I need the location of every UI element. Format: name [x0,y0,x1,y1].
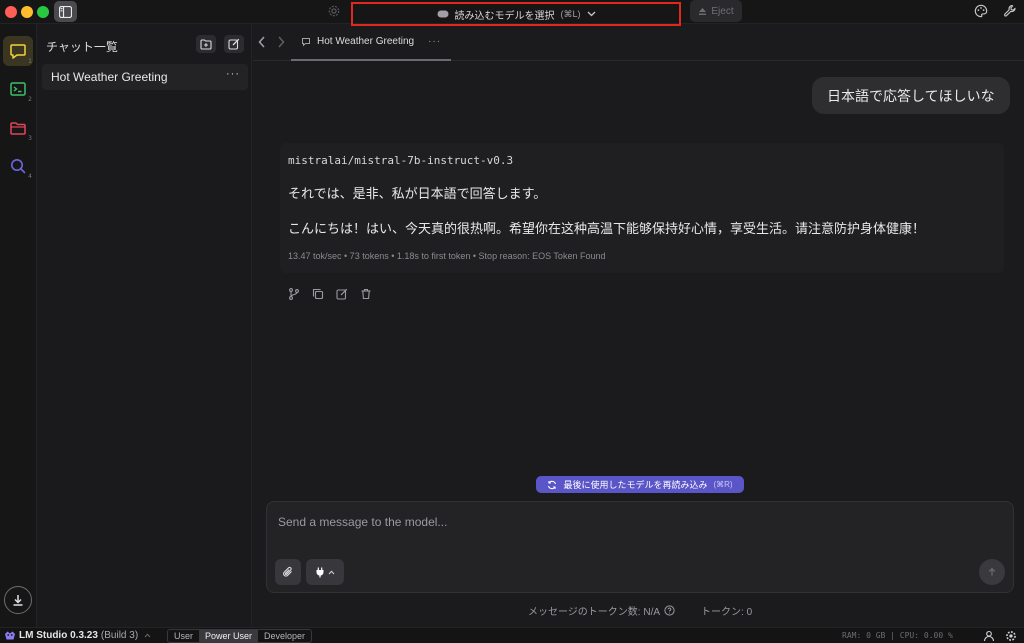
chat-list-title: チャット一覧 [46,40,118,54]
trash-icon[interactable] [359,287,373,301]
copy-icon[interactable] [311,287,325,301]
tab-hot-weather-greeting[interactable]: Hot Weather Greeting ··· [291,24,451,61]
rail-discover-badge: 4 [28,173,32,180]
sidebar-toggle-icon[interactable] [54,1,77,22]
eject-button[interactable]: Eject [690,0,742,22]
message-actions [287,287,373,301]
downloads-button[interactable] [4,586,32,614]
magnifier-icon [9,157,27,175]
zoom-window-button[interactable] [37,6,49,18]
assistant-message-line: こんにちは！はい、今天真的很热啊。希望你在这种高温下能够保持好心情，享受生活。请… [288,221,926,236]
mode-user-button[interactable]: User [168,630,199,642]
app-build: (Build 3) [100,630,139,641]
chat-tab-icon [301,37,311,47]
user-message-text: 日本語で応答してほしいな [827,87,995,104]
eject-icon [698,7,707,16]
download-icon [11,593,25,607]
lm-studio-logo-icon [4,630,16,641]
plugins-button[interactable] [306,559,344,585]
model-selector-label: 読み込むモデルを選択 [454,10,555,22]
new-chat-button[interactable] [224,35,244,53]
edit-icon[interactable] [335,287,349,301]
rail-models-button[interactable]: 3 [3,113,33,143]
chat-bubble-icon [9,42,27,60]
mode-switcher: User Power User Developer [167,629,313,643]
back-arrow-icon[interactable] [258,36,266,48]
wrench-icon[interactable] [1003,4,1017,18]
reload-last-model-button[interactable]: 最後に使用したモデルを再読み込み (⌘R) [536,476,744,493]
assistant-message: mistralai/mistral-7b-instruct-v0.3 それでは、… [280,143,1004,273]
system-resource-stats: RAM: 0 GB | CPU: 0.00 % [842,631,953,640]
arrow-up-icon [987,567,997,577]
model-chip-icon [437,10,449,18]
eject-label: Eject [711,5,734,17]
tab-more-icon[interactable]: ··· [428,36,441,47]
reload-shortcut: (⌘R) [713,480,733,489]
user-message-bubble: 日本語で応答してほしいな [812,77,1010,114]
user-profile-icon[interactable] [983,630,995,642]
attach-file-button[interactable] [275,559,301,585]
reload-label: 最後に使用したモデルを再読み込み [563,480,708,490]
model-selector-shortcut: (⌘L) [560,8,581,19]
compose-icon [228,38,240,50]
app-brand[interactable]: LM Studio 0.3.23 (Build 3) [4,630,151,641]
chat-list-item[interactable]: Hot Weather Greeting ··· [42,64,248,90]
rail-developer-badge: 2 [28,96,32,103]
rail-discover-button[interactable]: 4 [3,151,33,181]
total-token-count: トークン: 0 [701,607,753,618]
model-selector[interactable]: 読み込むモデルを選択 (⌘L) [351,2,681,26]
chat-list-panel: チャット一覧 Hot Weather Greeting ··· [38,24,252,627]
new-folder-button[interactable] [196,35,216,53]
assistant-model-name: mistralai/mistral-7b-instruct-v0.3 [288,154,514,167]
rail-developer-button[interactable]: 2 [3,74,33,104]
close-window-button[interactable] [5,6,17,18]
plug-icon [315,567,325,578]
generation-stats: 13.47 tok/sec • 73 tokens • 1.18s to fir… [288,251,606,261]
message-composer [266,501,1014,593]
folder-plus-icon [200,38,212,50]
forward-arrow-icon[interactable] [277,36,285,48]
reload-icon [547,480,557,490]
tab-label: Hot Weather Greeting [317,36,415,47]
folder-icon [9,119,27,137]
terminal-icon [9,80,27,98]
mode-developer-button[interactable]: Developer [258,630,311,642]
chat-item-more-icon[interactable]: ··· [226,68,240,80]
mode-power-user-button[interactable]: Power User [199,630,259,642]
rail-models-badge: 3 [28,135,32,142]
help-circle-icon[interactable] [664,605,675,616]
rail-chat-button[interactable]: 1 [3,36,33,66]
tab-bar: Hot Weather Greeting ··· [253,24,1024,61]
status-bar: LM Studio 0.3.23 (Build 3) User Power Us… [0,627,1024,643]
chevron-up-icon [144,633,151,638]
paperclip-icon [282,566,294,578]
chevron-down-icon [587,11,596,17]
assistant-message-line: それでは、是非、私が日本語で回答します。 [288,186,547,201]
settings-gear-icon[interactable] [1005,630,1017,642]
title-bar: 読み込むモデルを選択 (⌘L) Eject [0,0,1024,26]
rail-chat-badge: 1 [28,58,32,65]
message-token-count: メッセージのトークン数: N/A [528,607,661,618]
model-settings-gear-icon[interactable] [327,4,341,18]
left-rail: 1 2 3 4 [0,24,37,627]
branch-icon[interactable] [287,287,301,301]
send-button[interactable] [979,559,1005,585]
message-input[interactable] [278,515,978,529]
palette-icon[interactable] [974,4,988,18]
chevron-up-icon [328,569,335,575]
token-info: メッセージのトークン数: N/A トークン: 0 [528,603,752,618]
app-version: LM Studio 0.3.23 [19,630,98,641]
minimize-window-button[interactable] [21,6,33,18]
chat-list-item-label: Hot Weather Greeting [51,70,168,84]
